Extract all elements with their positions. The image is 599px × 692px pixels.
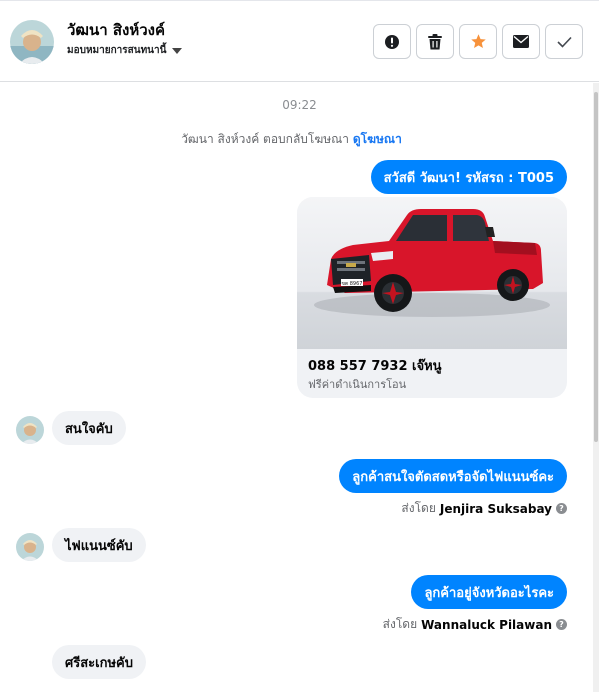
mark-unread-button[interactable]	[502, 24, 540, 59]
incoming-message[interactable]: ไฟแนนซ์คับ	[52, 528, 146, 562]
contact-avatar-small[interactable]	[16, 416, 44, 444]
check-icon	[556, 36, 572, 48]
assign-label: มอบหมายการสนทนานี้	[67, 45, 167, 56]
mail-icon	[513, 35, 529, 48]
sent-by-agent: Wannaluck Pilawan	[421, 617, 552, 632]
star-button[interactable]	[459, 24, 497, 59]
caret-down-icon	[172, 48, 183, 54]
spam-icon	[385, 34, 399, 49]
assign-conversation-dropdown[interactable]: มอบหมายการสนทนานี้	[67, 43, 183, 58]
ad-card-subtitle: ฟรีค่าดำเนินการโอน	[308, 378, 407, 391]
trash-icon	[428, 33, 442, 49]
outgoing-message[interactable]: ลูกค้าอยู่จังหวัดอะไรคะ	[411, 575, 567, 609]
mark-spam-button[interactable]	[373, 24, 411, 59]
message-timestamp: 09:22	[282, 98, 317, 112]
sent-by-agent: Jenjira Suksabay	[439, 501, 552, 516]
sent-by-prefix: ส่งโดย	[401, 501, 436, 515]
sent-by-prefix: ส่งโดย	[382, 617, 418, 631]
ad-car-image[interactable]: ขต 8967	[297, 197, 567, 349]
view-ad-link[interactable]: ดูโฆษณา	[353, 132, 402, 146]
contact-name[interactable]: วัฒนา สิงห์วงค์	[67, 18, 165, 42]
outgoing-message[interactable]: สวัสดี วัฒนา! รหัสรถ : T005	[370, 160, 567, 194]
info-icon[interactable]: ?	[556, 619, 567, 630]
ad-reply-text: วัฒนา สิงห์วงค์ ตอบกลับโฆษณา	[181, 132, 350, 146]
license-plate-text: ขต 8967	[342, 281, 363, 287]
ad-card[interactable]: ขต 8967 088 557 7932 เจ๊หนู ฟรีค่าดำเนิน…	[297, 197, 567, 398]
mark-done-button[interactable]	[545, 24, 583, 59]
conversation-header: วัฒนา สิงห์วงค์ มอบหมายการสนทนานี้	[0, 0, 599, 82]
outgoing-message[interactable]: ลูกค้าสนใจตัดสดหรือจัดไฟแนนซ์คะ	[339, 459, 567, 493]
header-actions	[373, 24, 583, 59]
sent-by-note: ส่งโดย Jenjira Suksabay ?	[401, 499, 567, 518]
sent-by-note: ส่งโดย Wannaluck Pilawan ?	[383, 615, 567, 634]
star-icon	[470, 34, 486, 49]
ad-card-title: 088 557 7932 เจ๊หนู	[308, 359, 442, 374]
scrollbar-thumb[interactable]	[594, 92, 598, 442]
ad-reply-note: วัฒนา สิงห์วงค์ ตอบกลับโฆษณา ดูโฆษณา	[0, 130, 583, 149]
incoming-message[interactable]: ศรีสะเกษคับ	[52, 645, 146, 679]
incoming-message[interactable]: สนใจคับ	[52, 411, 126, 445]
contact-avatar[interactable]	[10, 20, 54, 64]
contact-avatar-small[interactable]	[16, 533, 44, 561]
delete-button[interactable]	[416, 24, 454, 59]
info-icon[interactable]: ?	[556, 503, 567, 514]
